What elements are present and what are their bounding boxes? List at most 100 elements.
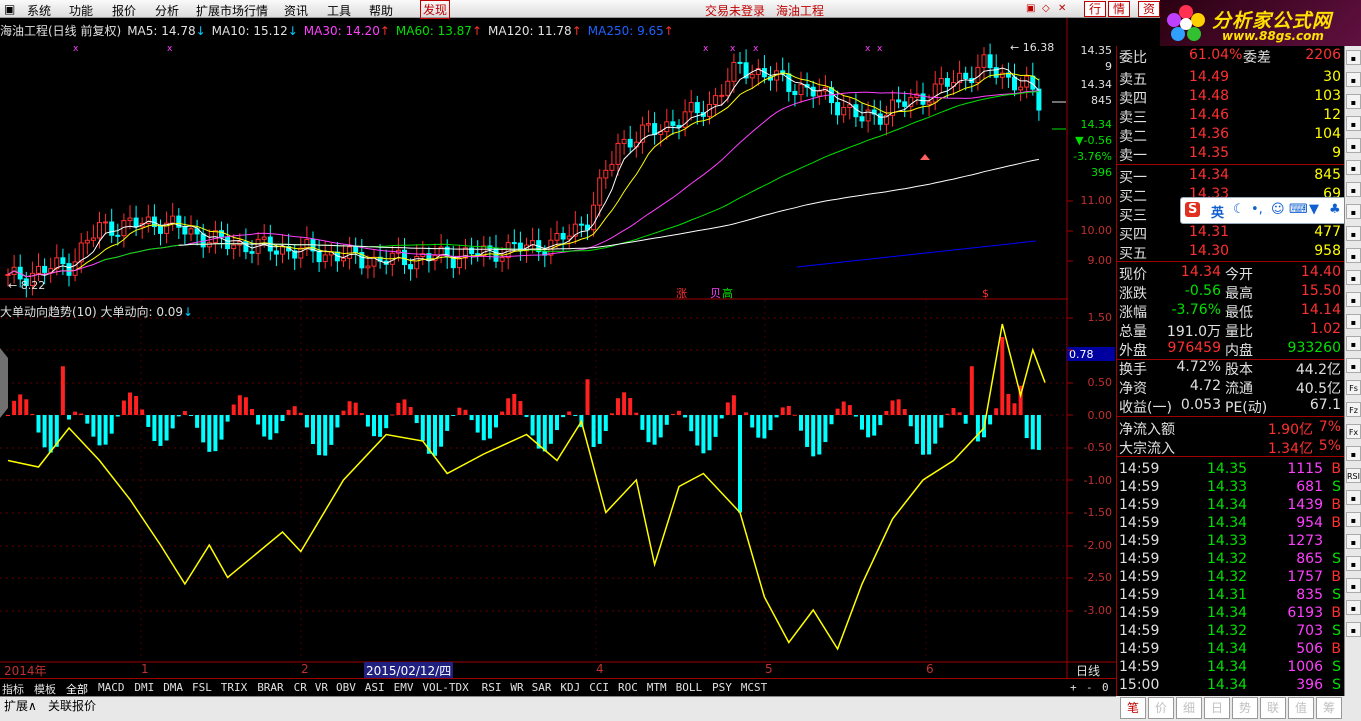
- tab-mtm[interactable]: MTM: [647, 681, 667, 694]
- sidebar-tool-icon[interactable]: ▪: [1346, 50, 1361, 65]
- tab-boll[interactable]: BOLL: [676, 681, 703, 694]
- sidebar-tool-icon[interactable]: ▪: [1346, 248, 1361, 263]
- zoom-control[interactable]: +: [1070, 681, 1077, 694]
- sidebar-tool-icon[interactable]: ▪: [1346, 600, 1361, 615]
- system-menu-icon[interactable]: ▣: [4, 2, 15, 16]
- tab-zi[interactable]: 资: [1138, 1, 1160, 17]
- skin-icon[interactable]: ▼: [1309, 202, 1319, 217]
- sidebar-tool-icon[interactable]: ▪: [1346, 204, 1361, 219]
- ime-mode[interactable]: 英: [1211, 202, 1224, 221]
- tab-emv[interactable]: EMV: [394, 681, 414, 694]
- tab-dmi[interactable]: DMI: [134, 681, 154, 694]
- zoom-control[interactable]: 0: [1102, 681, 1109, 694]
- sidebar-tool-icon[interactable]: ▪: [1346, 292, 1361, 307]
- candle-body: [341, 257, 346, 262]
- keyboard-icon[interactable]: ⌨: [1289, 202, 1308, 217]
- tab-roc[interactable]: ROC: [618, 681, 638, 694]
- tab-fsl[interactable]: FSL: [192, 681, 212, 694]
- sidebar-tool-icon[interactable]: ▪: [1346, 622, 1361, 637]
- punct-icon[interactable]: •,: [1251, 202, 1263, 217]
- tab-vol-tdx[interactable]: VOL-TDX: [422, 681, 468, 694]
- trade-status[interactable]: 交易未登录: [705, 2, 765, 19]
- sidebar-tool-icon[interactable]: ▪: [1346, 226, 1361, 241]
- menu-item-function[interactable]: 功能: [69, 2, 93, 19]
- detail-tab[interactable]: 价: [1148, 697, 1174, 719]
- sogou-icon[interactable]: S: [1185, 202, 1201, 217]
- tab-asi[interactable]: ASI: [365, 681, 385, 694]
- zoom-control[interactable]: -: [1086, 681, 1093, 694]
- sidebar-tool-icon[interactable]: ▪: [1346, 72, 1361, 87]
- tab-cci[interactable]: CCI: [589, 681, 609, 694]
- tab-kdj[interactable]: KDJ: [560, 681, 580, 694]
- menu-item-news[interactable]: 资讯: [284, 2, 308, 19]
- sidebar-tool-icon[interactable]: ▪: [1346, 512, 1361, 527]
- sidebar-tool-icon[interactable]: ▪: [1346, 314, 1361, 329]
- sidebar-tool-icon[interactable]: ▪: [1346, 138, 1361, 153]
- sidebar-tool-icon[interactable]: ▪: [1346, 94, 1361, 109]
- menu-item-system[interactable]: 系统: [27, 2, 51, 19]
- tick-direction: S: [1332, 623, 1341, 639]
- sidebar-tool-icon[interactable]: ▪: [1346, 182, 1361, 197]
- sidebar-tool-icon[interactable]: ▪: [1346, 336, 1361, 351]
- sidebar-tool-icon[interactable]: ▪: [1346, 270, 1361, 285]
- detail-tab[interactable]: 筹: [1316, 697, 1342, 719]
- sidebar-tool-icon[interactable]: Fx: [1346, 424, 1361, 439]
- shirt-icon[interactable]: ♣: [1329, 202, 1341, 217]
- sidebar-tool-icon[interactable]: ▪: [1346, 160, 1361, 175]
- sidebar-tool-icon[interactable]: ▪: [1346, 578, 1361, 593]
- tab-vr[interactable]: VR: [315, 681, 328, 694]
- candle-body: [103, 221, 109, 224]
- tab-cr[interactable]: CR: [294, 681, 307, 694]
- sidebar-tool-icon[interactable]: ▪: [1346, 490, 1361, 505]
- tab-wr[interactable]: WR: [510, 681, 523, 694]
- menu-item-quote[interactable]: 报价: [112, 2, 136, 19]
- tab-mcst[interactable]: MCST: [741, 681, 768, 694]
- menu-item-analysis[interactable]: 分析: [155, 2, 179, 19]
- detail-tab[interactable]: 细: [1176, 697, 1202, 719]
- buy-volume: 958: [1314, 243, 1341, 259]
- detail-tab[interactable]: 日: [1204, 697, 1230, 719]
- detail-tab[interactable]: 联: [1260, 697, 1286, 719]
- tab-sar[interactable]: SAR: [532, 681, 552, 694]
- window-ctrl-min[interactable]: ▣: [1026, 3, 1035, 14]
- tab-rsi[interactable]: RSI: [482, 681, 502, 694]
- sidebar-tool-icon[interactable]: ▪: [1346, 358, 1361, 373]
- detail-tab[interactable]: 笔: [1120, 697, 1146, 719]
- chart-canvas[interactable]: 14.35 9 14.34 845 14.34 ▼-0.56 -3.76% 396 11.00 1…: [0, 18, 1116, 678]
- related-quote-button[interactable]: 关联报价: [48, 697, 96, 714]
- tab-指标[interactable]: 指标: [2, 681, 24, 697]
- tab-obv[interactable]: OBV: [336, 681, 356, 694]
- menu-item-tools[interactable]: 工具: [327, 2, 351, 19]
- sidebar-tool-icon[interactable]: Fs: [1346, 380, 1361, 395]
- sidebar-tool-icon[interactable]: ▪: [1346, 446, 1361, 461]
- menu-item-help[interactable]: 帮助: [369, 2, 393, 19]
- window-ctrl-help[interactable]: ◇: [1042, 3, 1050, 14]
- extend-button[interactable]: 扩展∧: [4, 697, 37, 714]
- sidebar-tool-icon[interactable]: RSI: [1346, 468, 1361, 483]
- candle-body: [902, 101, 908, 107]
- emoji-icon[interactable]: ☺: [1271, 202, 1285, 217]
- tab-brar[interactable]: BRAR: [257, 681, 284, 694]
- ime-toolbar[interactable]: S 英 ☾ •, ☺ ⌨ ▼ ♣ ✱: [1180, 197, 1360, 224]
- window-ctrl-close[interactable]: ✕: [1058, 3, 1066, 14]
- price-axis-label: -3.76%: [1073, 150, 1112, 163]
- menu-item-ext-market[interactable]: 扩展市场行情: [196, 2, 268, 19]
- menu-item-discover[interactable]: 发现: [420, 0, 451, 19]
- tab-trix[interactable]: TRIX: [221, 681, 248, 694]
- tab-qing[interactable]: 情: [1108, 1, 1130, 17]
- detail-tab[interactable]: 势: [1232, 697, 1258, 719]
- sidebar-tool-icon[interactable]: ▪: [1346, 116, 1361, 131]
- sidebar-tool-icon[interactable]: Fz: [1346, 402, 1361, 417]
- tab-hang[interactable]: 行: [1084, 1, 1106, 17]
- sidebar-tool-icon[interactable]: ▪: [1346, 534, 1361, 549]
- detail-tab[interactable]: 值: [1288, 697, 1314, 719]
- tab-psy[interactable]: PSY: [712, 681, 732, 694]
- quote-label: 现价: [1119, 267, 1147, 283]
- period-label[interactable]: 日线: [1076, 662, 1100, 679]
- tab-macd[interactable]: MACD: [98, 681, 125, 694]
- moon-icon[interactable]: ☾: [1233, 202, 1245, 217]
- tab-dma[interactable]: DMA: [163, 681, 183, 694]
- sidebar-tool-icon[interactable]: ▪: [1346, 556, 1361, 571]
- tab-模板[interactable]: 模板: [34, 681, 56, 697]
- indicator-bar: [12, 400, 17, 415]
